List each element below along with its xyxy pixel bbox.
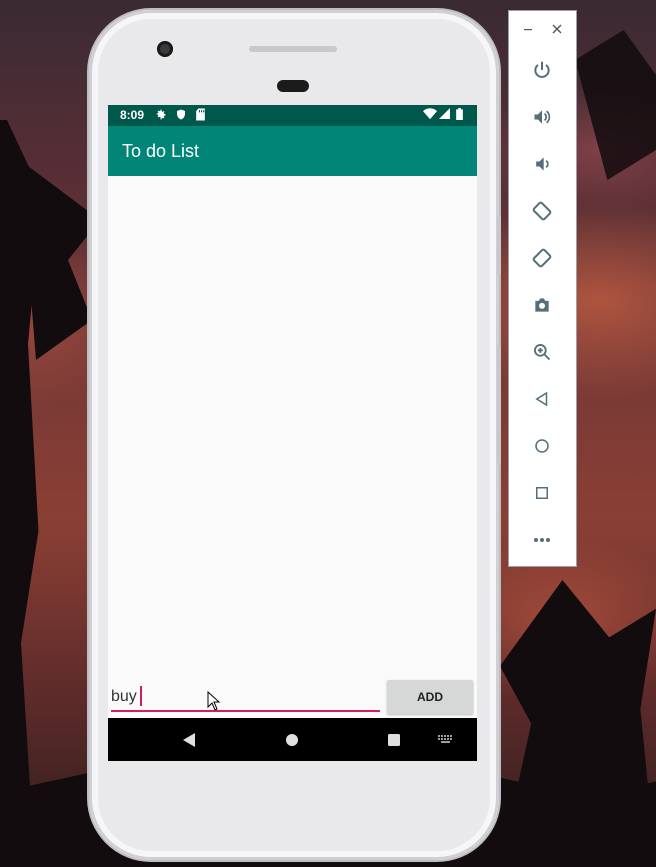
overview-nav-icon[interactable] bbox=[374, 718, 414, 761]
volume-up-icon[interactable] bbox=[528, 103, 556, 131]
signal-icon bbox=[439, 108, 450, 123]
volume-down-icon[interactable] bbox=[528, 150, 556, 178]
add-button[interactable]: ADD bbox=[387, 680, 473, 714]
todo-list[interactable] bbox=[108, 176, 477, 676]
app-screen: 8:09 To do List buy ADD bbox=[108, 105, 477, 761]
shield-icon bbox=[175, 108, 187, 125]
app-bar: To do List bbox=[108, 126, 477, 176]
home-icon[interactable] bbox=[528, 432, 556, 460]
volume-rocker bbox=[497, 215, 501, 275]
navigation-bar bbox=[108, 718, 477, 761]
overview-icon[interactable] bbox=[528, 479, 556, 507]
camera-icon[interactable] bbox=[528, 291, 556, 319]
input-underline bbox=[111, 710, 380, 712]
back-nav-icon[interactable] bbox=[169, 718, 209, 761]
rotate-left-icon[interactable] bbox=[528, 197, 556, 225]
front-camera bbox=[157, 41, 173, 57]
rotate-right-icon[interactable] bbox=[528, 244, 556, 272]
todo-input-text[interactable]: buy bbox=[111, 688, 137, 706]
text-caret bbox=[140, 686, 142, 706]
home-nav-icon[interactable] bbox=[272, 718, 312, 761]
emulator-panel bbox=[508, 10, 577, 567]
wifi-icon bbox=[423, 108, 437, 124]
status-time: 8:09 bbox=[120, 108, 145, 122]
battery-icon bbox=[456, 108, 463, 124]
more-icon[interactable] bbox=[528, 526, 556, 554]
phone-earpiece bbox=[277, 80, 309, 92]
keyboard-icon[interactable] bbox=[426, 718, 466, 761]
todo-input-field[interactable]: buy bbox=[111, 683, 380, 713]
phone-speaker bbox=[249, 46, 337, 52]
zoom-icon[interactable] bbox=[528, 338, 556, 366]
minimize-icon[interactable] bbox=[523, 23, 533, 37]
settings-icon bbox=[154, 108, 167, 125]
power-icon[interactable] bbox=[528, 56, 556, 84]
status-bar: 8:09 bbox=[108, 105, 477, 126]
power-key bbox=[497, 345, 501, 465]
sd-card-icon bbox=[195, 108, 206, 125]
mouse-cursor-icon bbox=[207, 690, 221, 716]
close-icon[interactable] bbox=[552, 23, 562, 37]
back-icon[interactable] bbox=[528, 385, 556, 413]
app-title: To do List bbox=[122, 141, 200, 161]
